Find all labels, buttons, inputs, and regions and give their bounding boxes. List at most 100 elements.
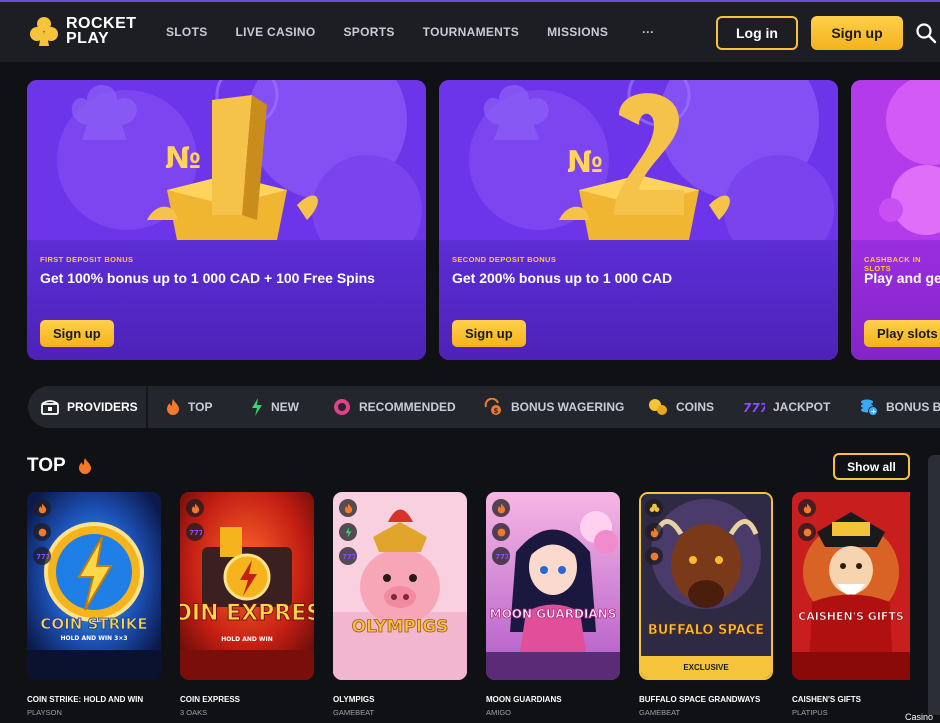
category-recommended[interactable]: RECOMMENDED <box>333 386 456 428</box>
game-card-coin-express[interactable]: COIN EXPRESS HOLD AND WIN 777 <box>180 492 314 680</box>
category-divider <box>146 386 148 428</box>
game-name[interactable]: MOON GUARDIANS <box>486 695 562 704</box>
game-art-subtitle: HOLD AND WIN 3×3 <box>60 635 127 642</box>
game-card-coin-strike[interactable]: COIN STRIKE HOLD AND WIN 3×3 777 <box>27 492 161 680</box>
game-card-caishens-gifts[interactable]: CAISHEN'S GIFTS <box>792 492 910 680</box>
category-jackpot[interactable]: 777 JACKPOT <box>743 386 830 428</box>
game-provider: PLATIPUS <box>792 708 828 717</box>
signup-button[interactable]: Sign up <box>811 16 903 50</box>
nav-more-button[interactable]: ··· <box>642 25 654 39</box>
fire-icon <box>78 458 91 474</box>
game-art-title: COIN STRIKE <box>40 615 147 633</box>
category-coins[interactable]: COINS <box>648 386 714 428</box>
club-badge-icon <box>645 499 663 517</box>
game-art-subtitle: HOLD AND WIN <box>221 636 273 643</box>
svg-text:777: 777 <box>342 553 355 560</box>
category-top[interactable]: TOP <box>166 386 212 428</box>
chest-icon <box>41 400 59 415</box>
category-label: COINS <box>676 400 715 414</box>
wagering-badge-icon <box>33 523 51 541</box>
category-label: TOP <box>188 400 213 414</box>
category-providers[interactable]: PROVIDERS <box>41 386 138 428</box>
casino-label[interactable]: Casino <box>905 712 933 722</box>
hot-badge-icon <box>186 499 204 517</box>
side-panel-edge <box>928 455 940 715</box>
banner-body: FIRST DEPOSIT BONUS Get 100% bonus up to… <box>27 240 426 360</box>
category-label: PROVIDERS <box>67 400 138 414</box>
logo[interactable]: ROCKET PLAY <box>28 15 137 47</box>
svg-text:777: 777 <box>36 553 49 560</box>
banner-body: CASHBACK IN SLOTS Play and get Play slot… <box>851 240 940 360</box>
category-new[interactable]: NEW <box>251 386 299 428</box>
game-art: COIN EXPRESS HOLD AND WIN <box>180 492 314 680</box>
main-nav: SLOTS LIVE CASINO SPORTS TOURNAMENTS MIS… <box>166 25 654 39</box>
logo-line-2: PLAY <box>66 30 110 47</box>
nav-slots[interactable]: SLOTS <box>166 25 208 39</box>
category-label: JACKPOT <box>773 400 831 414</box>
game-art-title: BUFFALO SPACE <box>648 623 764 638</box>
game-name[interactable]: COIN STRIKE: HOLD AND WIN <box>27 695 143 704</box>
section-title-text: TOP <box>27 455 66 476</box>
game-art-title: MOON GUARDIANS <box>490 607 617 621</box>
banner-play-slots-button[interactable]: Play slots <box>864 320 940 347</box>
game-provider: GAMEBEAT <box>333 708 375 717</box>
jackpot-badge-icon: 777 <box>339 547 357 565</box>
game-card-moon-guardians[interactable]: MOON GUARDIANS 777 <box>486 492 620 680</box>
nav-tournaments[interactable]: TOURNAMENTS <box>423 25 519 39</box>
recommended-icon <box>334 399 350 415</box>
svg-text:+: + <box>871 408 877 416</box>
banner-second-deposit[interactable]: № SECOND DEPOSIT BONUS Get 200% bonus up… <box>439 80 838 360</box>
game-art-title: CAISHEN'S GIFTS <box>798 610 904 623</box>
nav-missions[interactable]: MISSIONS <box>547 25 608 39</box>
category-label: RECOMMENDED <box>359 400 456 414</box>
hot-badge-icon <box>492 499 510 517</box>
game-card-olympigs[interactable]: OLYMPIGS 777 <box>333 492 467 680</box>
section-title-top: TOP <box>27 455 92 477</box>
game-provider: AMIGO <box>486 708 512 717</box>
nav-sports[interactable]: SPORTS <box>344 25 395 39</box>
banner-first-deposit[interactable]: № FIRST DEPOSIT BONUS Get 100% bonus up … <box>27 80 426 360</box>
login-button[interactable]: Log in <box>716 16 798 50</box>
wagering-badge-icon <box>492 523 510 541</box>
game-art: OLYMPIGS <box>333 492 467 680</box>
banner-signup-button[interactable]: Sign up <box>452 320 526 347</box>
search-icon[interactable] <box>915 22 937 44</box>
svg-text:№: № <box>165 141 201 176</box>
banner-signup-button[interactable]: Sign up <box>40 320 114 347</box>
nav-live-casino[interactable]: LIVE CASINO <box>236 25 316 39</box>
category-label: BONUS WAGERING <box>511 400 625 414</box>
game-name[interactable]: OLYMPIGS <box>333 695 375 704</box>
banner-art-cashback <box>851 80 940 240</box>
game-name[interactable]: COIN EXPRESS <box>180 695 240 704</box>
svg-text:№: № <box>567 145 603 180</box>
top-header: ROCKET PLAY SLOTS LIVE CASINO SPORTS TOU… <box>0 0 940 62</box>
category-bar: PROVIDERS TOP NEW RECOMMENDED $ BONUS WA… <box>28 386 940 428</box>
game-provider: GAMEBEAT <box>639 708 681 717</box>
jackpot-badge-icon: 777 <box>186 523 204 541</box>
show-all-button[interactable]: Show all <box>833 453 910 480</box>
banner-title: Get 100% bonus up to 1 000 CAD + 100 Fre… <box>40 270 375 286</box>
jackpot-badge-icon: 777 <box>33 547 51 565</box>
svg-text:777: 777 <box>495 553 508 560</box>
bonus-wagering-icon: $ <box>484 398 501 415</box>
banner-body: SECOND DEPOSIT BONUS Get 200% bonus up t… <box>439 240 838 360</box>
hot-badge-icon <box>339 499 357 517</box>
jackpot-badge-icon: 777 <box>492 547 510 565</box>
game-provider: PLAYSON <box>27 708 62 717</box>
game-provider: 3 OAKS <box>180 708 208 717</box>
wagering-badge-icon <box>798 523 816 541</box>
game-name[interactable]: CAISHEN'S GIFTS <box>792 695 861 704</box>
club-logo-icon <box>30 17 58 46</box>
category-bonus-wagering[interactable]: $ BONUS WAGERING <box>483 386 624 428</box>
banner-cashback[interactable]: CASHBACK IN SLOTS Play and get Play slot… <box>851 80 940 360</box>
game-art: MOON GUARDIANS <box>486 492 620 680</box>
banner-tag: SECOND DEPOSIT BONUS <box>452 255 557 264</box>
jackpot-777-icon: 777 <box>743 401 765 414</box>
category-bonus-buy[interactable]: + BONUS BUY <box>860 386 940 428</box>
coins-icon <box>649 399 667 415</box>
game-art-title: OLYMPIGS <box>352 617 449 637</box>
svg-text:777: 777 <box>743 401 765 414</box>
banner-art-number-two: № <box>439 80 838 240</box>
game-card-buffalo-space[interactable]: BUFFALO SPACE EXCLUSIVE <box>639 492 773 680</box>
game-name[interactable]: BUFFALO SPACE GRANDWAYS <box>639 695 760 704</box>
